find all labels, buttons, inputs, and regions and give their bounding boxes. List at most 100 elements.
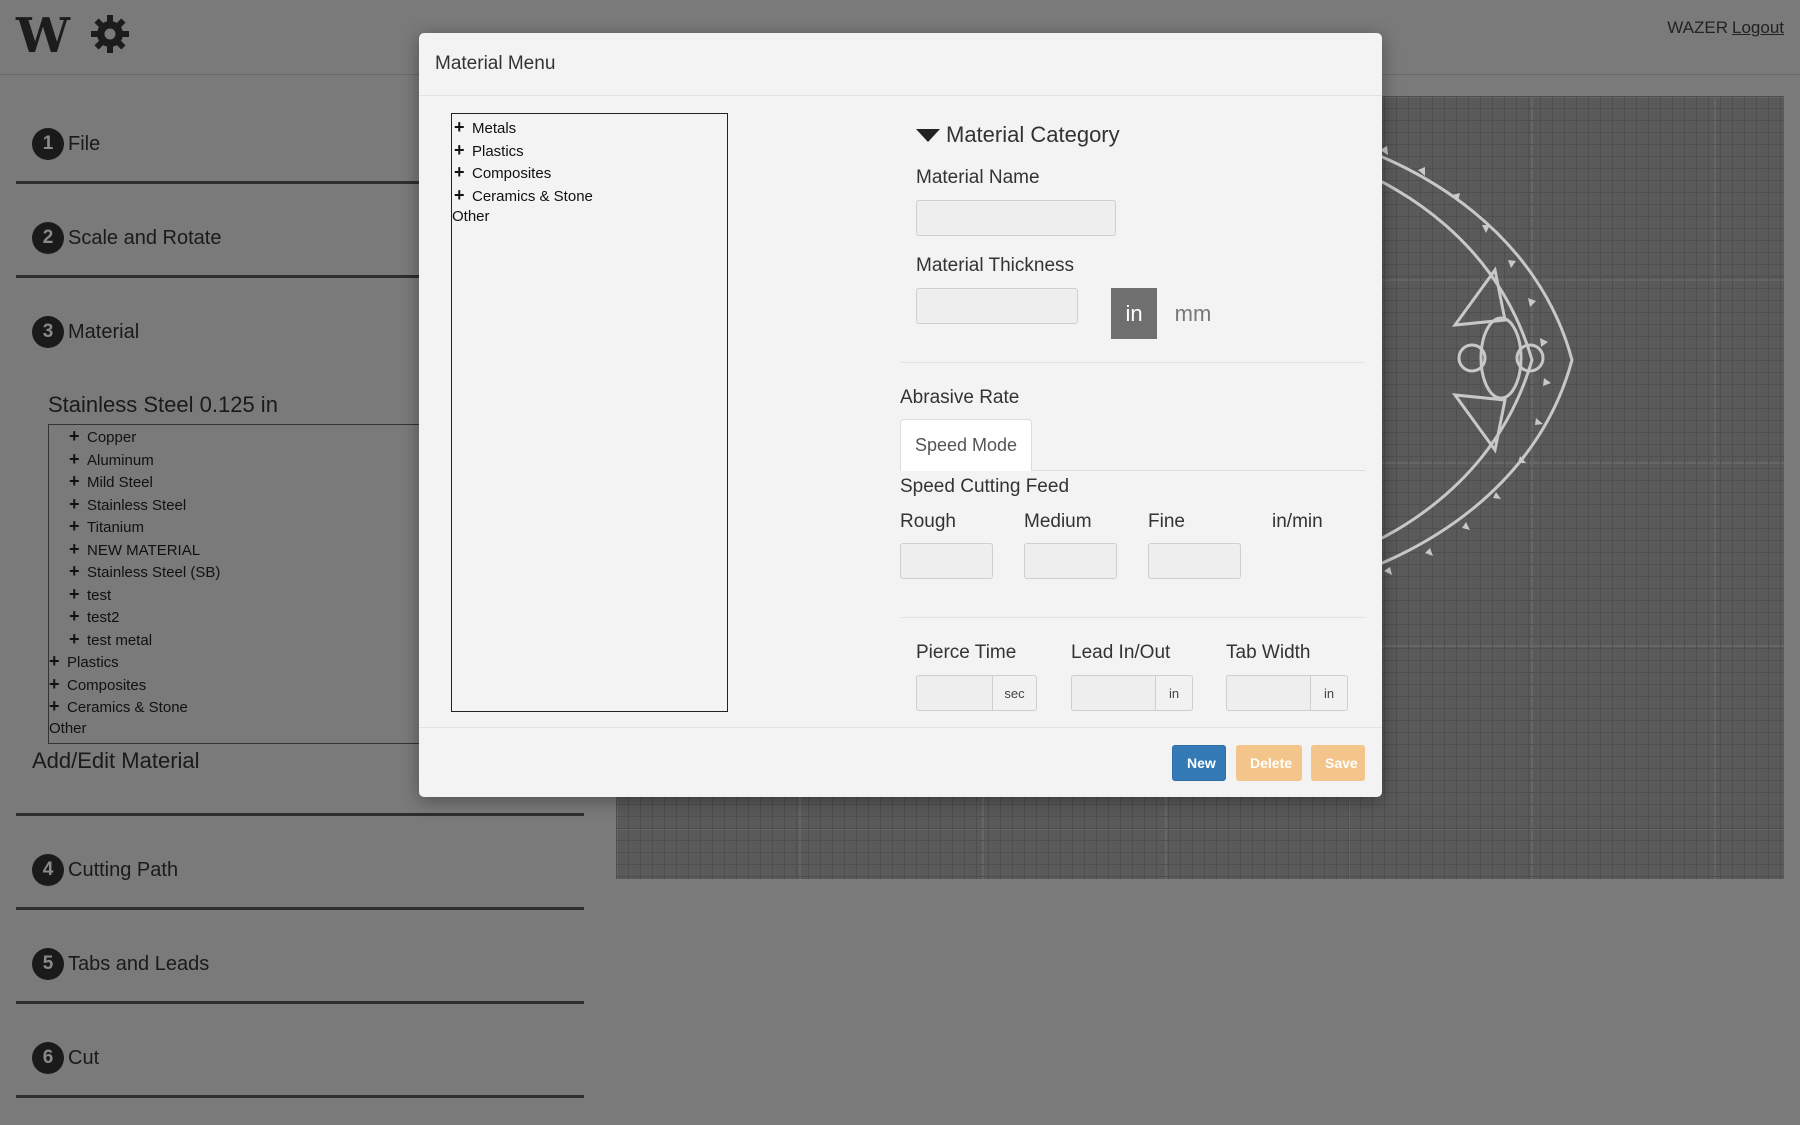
step-label: File (68, 132, 101, 155)
pierce-time-label: Pierce Time (916, 642, 1017, 663)
expand-icon[interactable]: + (69, 628, 87, 650)
expand-icon[interactable]: + (69, 515, 87, 537)
tree-item[interactable]: + Composites (49, 673, 427, 696)
tree-item[interactable]: + test (49, 583, 427, 606)
tree-item[interactable]: + Copper (49, 425, 427, 448)
step-label: Cutting Path (68, 858, 179, 881)
expand-icon[interactable]: + (452, 139, 472, 161)
tree-item-label: Ceramics & Stone (67, 699, 188, 716)
step-tabs-leads[interactable]: 5 Tabs and Leads (16, 910, 584, 1004)
rough-feed-input[interactable] (900, 543, 993, 579)
tree-item[interactable]: + Titanium (49, 515, 427, 538)
tab-width-input[interactable] (1226, 675, 1311, 711)
delete-button[interactable]: Delete (1236, 745, 1302, 781)
tree-item-label: test2 (87, 609, 120, 626)
expand-icon[interactable]: + (69, 493, 87, 515)
expand-icon[interactable]: + (69, 538, 87, 560)
lead-in-out-unit: in (1156, 675, 1193, 711)
tree-item-label: NEW MATERIAL (87, 541, 201, 559)
step-cutting-path[interactable]: 4 Cutting Path (16, 816, 584, 910)
tree-item[interactable]: + Ceramics & Stone (452, 184, 727, 207)
material-name-label: Material Name (916, 167, 1040, 188)
feed-unit-label: in/min (1272, 511, 1323, 532)
selected-material: Stainless Steel 0.125 in (48, 392, 278, 417)
save-button[interactable]: Save (1311, 745, 1365, 781)
material-category-toggle[interactable]: Material Category (916, 122, 1120, 148)
tree-item[interactable]: + test metal (49, 628, 427, 651)
lead-in-out-input[interactable] (1071, 675, 1156, 711)
tree-item-label: Other (49, 719, 87, 737)
tree-item[interactable]: + Ceramics & Stone (49, 695, 427, 718)
step-number: 5 (32, 948, 64, 980)
medium-label: Medium (1024, 511, 1092, 532)
tree-item[interactable]: + NEW MATERIAL (49, 538, 427, 561)
expand-icon[interactable]: + (69, 605, 87, 627)
step-number: 6 (32, 1042, 64, 1074)
account-area: WAZER Logout (1667, 18, 1784, 38)
tree-item[interactable]: + Composites (452, 161, 727, 184)
tree-item-label: Ceramics & Stone (472, 187, 593, 205)
tree-item-label: Titanium (87, 519, 144, 536)
logout-link[interactable]: Logout (1732, 18, 1784, 37)
expand-icon[interactable]: + (69, 470, 87, 492)
tree-item-label: Other (452, 208, 490, 225)
tree-item[interactable]: + Plastics (452, 139, 727, 162)
material-thickness-input[interactable] (916, 288, 1078, 324)
speed-cutting-feed-label: Speed Cutting Feed (900, 476, 1070, 497)
tree-item[interactable]: + Metals (452, 116, 727, 139)
tree-item[interactable]: + Stainless Steel (49, 493, 427, 516)
expand-icon[interactable]: + (49, 673, 67, 695)
unit-in-toggle[interactable]: in (1111, 288, 1157, 339)
pierce-time-input[interactable] (916, 675, 993, 711)
section-title: Material Category (946, 122, 1120, 147)
material-thickness-label: Material Thickness (916, 255, 1075, 276)
expand-icon[interactable]: + (69, 448, 87, 470)
tree-item[interactable]: + test2 (49, 605, 427, 628)
material-tree: + Copper + Aluminum + Mild Steel + Stainless… (48, 424, 428, 744)
material-menu-dialog: Material Menu + Metals + Plastics + Composi… (419, 33, 1382, 797)
expand-icon[interactable]: + (49, 695, 67, 717)
gear-icon[interactable] (90, 14, 130, 54)
step-number: 4 (32, 854, 64, 886)
add-edit-material-link[interactable]: Add/Edit Material (32, 748, 200, 774)
lead-in-out-label: Lead In/Out (1071, 642, 1171, 663)
step-number: 3 (32, 316, 64, 348)
pierce-time-unit: sec (993, 675, 1037, 711)
expand-icon[interactable]: + (69, 560, 87, 582)
step-number: 2 (32, 222, 64, 254)
expand-icon[interactable]: + (452, 184, 472, 206)
step-label: Cut (68, 1046, 100, 1069)
tree-item-label: test (87, 586, 112, 604)
divider (900, 617, 1365, 618)
tab-speed-mode[interactable]: Speed Mode (900, 419, 1032, 471)
expand-icon[interactable]: + (49, 650, 67, 672)
tree-item-label: Aluminum (87, 451, 154, 469)
expand-icon[interactable]: + (69, 425, 87, 447)
step-number: 1 (32, 128, 64, 160)
tree-item[interactable]: Other (452, 206, 727, 229)
tree-item-label: Composites (67, 676, 147, 694)
tree-item[interactable]: + Stainless Steel (SB) (49, 560, 427, 583)
unit-mm-toggle[interactable]: mm (1165, 288, 1221, 339)
expand-icon[interactable]: + (452, 161, 472, 183)
medium-feed-input[interactable] (1024, 543, 1117, 579)
tree-item[interactable]: + Mild Steel (49, 470, 427, 493)
tree-item-label: Plastics (472, 142, 524, 160)
tree-item-label: Mild Steel (87, 474, 153, 491)
fine-feed-input[interactable] (1148, 543, 1241, 579)
expand-icon[interactable]: + (452, 116, 472, 138)
tree-item[interactable]: Other (49, 718, 427, 741)
divider (900, 362, 1365, 363)
user-name: WAZER (1667, 18, 1728, 37)
new-button[interactable]: New (1172, 745, 1226, 781)
step-label: Tabs and Leads (68, 952, 210, 975)
expand-icon[interactable]: + (69, 583, 87, 605)
material-name-input[interactable] (916, 200, 1116, 236)
rough-label: Rough (900, 511, 956, 532)
step-cut[interactable]: 6 Cut (16, 1004, 584, 1098)
tree-item[interactable]: + Aluminum (49, 448, 427, 471)
wazer-logo[interactable]: W (16, 12, 70, 60)
abrasive-rate-label: Abrasive Rate (900, 387, 1020, 408)
dialog-header: Material Menu (419, 33, 1382, 96)
tree-item[interactable]: + Plastics (49, 650, 427, 673)
